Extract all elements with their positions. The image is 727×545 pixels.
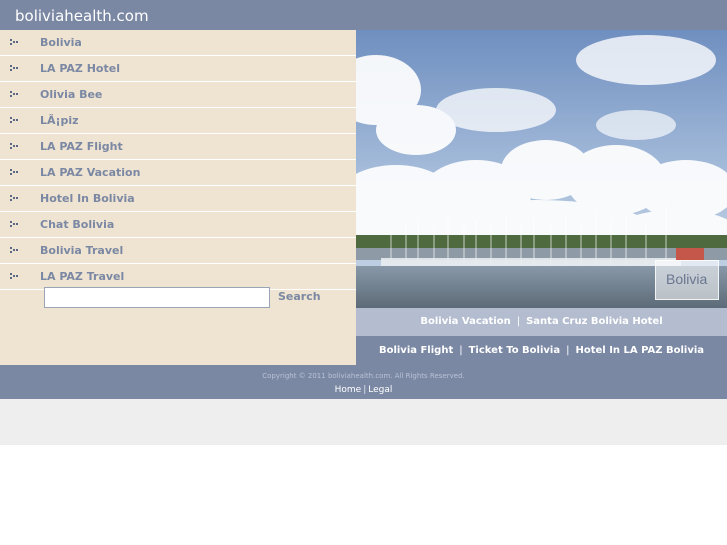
sidebar-item-label[interactable]: Bolivia	[40, 36, 82, 49]
bullet-icon	[10, 169, 20, 177]
photo-caption-text: Bolivia	[666, 271, 708, 287]
link-separator: |	[459, 345, 463, 356]
bottom-band	[0, 399, 727, 445]
link-bolivia-flight[interactable]: Bolivia Flight	[379, 345, 453, 356]
footer-home-link[interactable]: Home	[335, 385, 362, 395]
sidebar-item-label[interactable]: Chat Bolivia	[40, 218, 114, 231]
bullet-icon	[10, 195, 20, 203]
link-separator: |	[566, 345, 570, 356]
site-title-link[interactable]: boliviahealth.com	[15, 7, 149, 25]
sidebar-item-la-paz-vacation[interactable]: LA PAZ Vacation	[0, 160, 356, 186]
sidebar-item-olivia-bee[interactable]: Olivia Bee	[0, 82, 356, 108]
search-button[interactable]: Search	[278, 290, 321, 303]
copyright-text: Copyright © 2011 boliviahealth.com. All …	[262, 372, 465, 380]
link-ticket-to-bolivia[interactable]: Ticket To Bolivia	[469, 345, 561, 356]
bullet-icon	[10, 39, 20, 47]
bullet-icon	[10, 65, 20, 73]
sidebar-item-la-paz-flight[interactable]: LA PAZ Flight	[0, 134, 356, 160]
links-row-secondary: Bolivia Flight | Ticket To Bolivia | Hotel I…	[356, 336, 727, 365]
sidebar-item-chat-bolivia[interactable]: Chat Bolivia	[0, 212, 356, 238]
sidebar: Bolivia LA PAZ Hotel Olivia Bee LÃ¡piz L…	[0, 30, 356, 365]
link-bolivia-vacation[interactable]: Bolivia Vacation	[420, 316, 510, 327]
link-separator: |	[516, 316, 521, 327]
bullet-icon	[10, 221, 20, 229]
footer-links: Home | Legal	[0, 385, 727, 395]
sidebar-item-bolivia-travel[interactable]: Bolivia Travel	[0, 238, 356, 264]
sidebar-item-label[interactable]: LA PAZ Vacation	[40, 166, 140, 179]
sidebar-nav: Bolivia LA PAZ Hotel Olivia Bee LÃ¡piz L…	[0, 30, 356, 290]
sidebar-item-label[interactable]: LA PAZ Hotel	[40, 62, 120, 75]
bullet-icon	[10, 143, 20, 151]
sidebar-item-label[interactable]: LA PAZ Flight	[40, 140, 123, 153]
footer-legal-link[interactable]: Legal	[368, 385, 392, 395]
bullet-icon	[10, 91, 20, 99]
sidebar-item-label[interactable]: LA PAZ Travel	[40, 270, 124, 283]
link-hotel-in-la-paz-bolivia[interactable]: Hotel In LA PAZ Bolivia	[575, 345, 704, 356]
site-footer: Copyright © 2011 boliviahealth.com. All …	[0, 365, 727, 399]
links-row-primary: Bolivia Vacation | Santa Cruz Bolivia Hote…	[356, 308, 727, 336]
sidebar-item-lapiz[interactable]: LÃ¡piz	[0, 108, 356, 134]
sidebar-item-label[interactable]: LÃ¡piz	[40, 114, 79, 127]
search-input[interactable]	[44, 287, 270, 308]
sidebar-item-label[interactable]: Olivia Bee	[40, 88, 102, 101]
bullet-icon	[10, 273, 20, 281]
sidebar-item-label[interactable]: Hotel In Bolivia	[40, 192, 135, 205]
photo-caption-box: Bolivia	[655, 260, 719, 300]
bullet-icon	[10, 247, 20, 255]
sidebar-item-hotel-in-bolivia[interactable]: Hotel In Bolivia	[0, 186, 356, 212]
sidebar-item-la-paz-hotel[interactable]: LA PAZ Hotel	[0, 56, 356, 82]
sidebar-item-label[interactable]: Bolivia Travel	[40, 244, 123, 257]
link-santa-cruz-bolivia-hotel[interactable]: Santa Cruz Bolivia Hotel	[526, 316, 663, 327]
footer-separator: |	[363, 385, 367, 395]
site-header: boliviahealth.com	[0, 0, 727, 30]
bullet-icon	[10, 117, 20, 125]
sidebar-item-bolivia[interactable]: Bolivia	[0, 30, 356, 56]
